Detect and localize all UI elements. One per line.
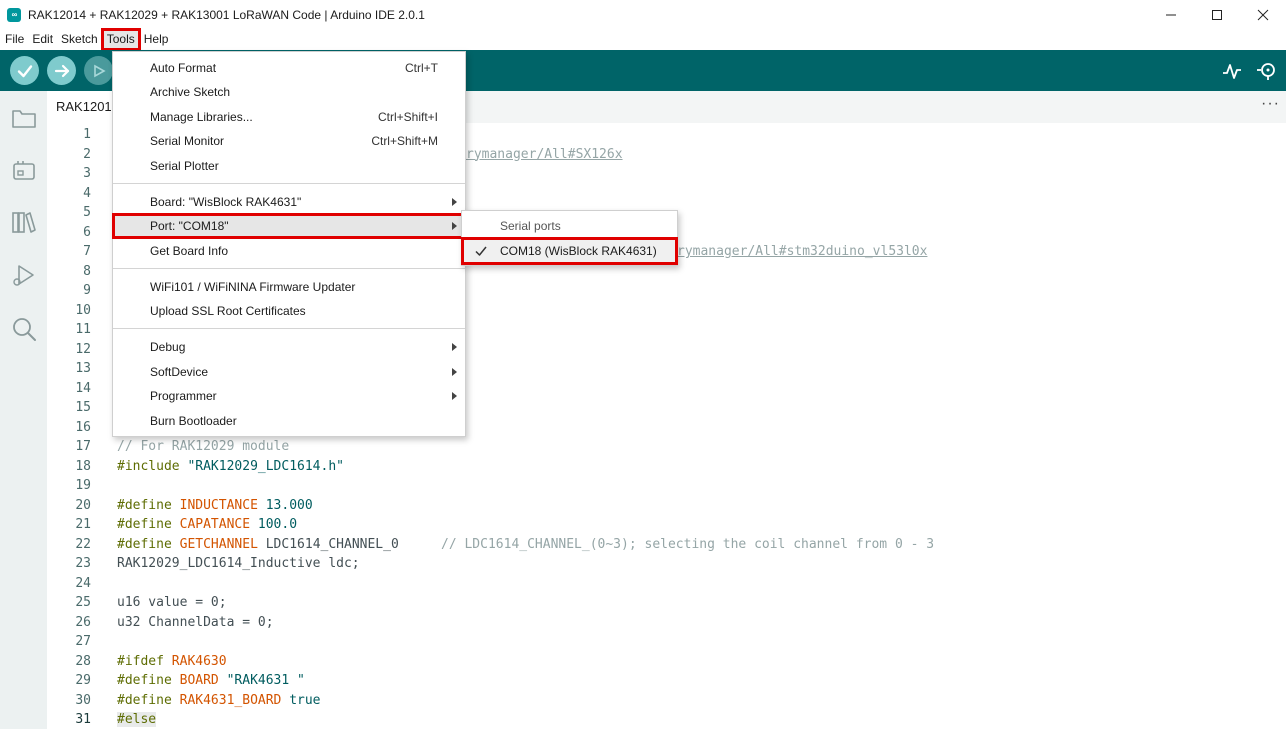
menu-item-debug[interactable]: Debug — [113, 335, 465, 359]
menu-separator — [113, 268, 465, 269]
sketch-tab[interactable]: RAK1201 — [47, 91, 121, 123]
checkmark-icon — [475, 246, 487, 256]
tools-menu-dropdown: Auto Format Ctrl+T Archive Sketch Manage… — [112, 51, 466, 437]
menu-item-auto-format[interactable]: Auto Format Ctrl+T — [113, 56, 465, 80]
window-title: RAK12014 + RAK12029 + RAK13001 LoRaWAN C… — [28, 7, 425, 22]
library-icon — [12, 212, 36, 233]
code-line: 17// For RAK12029 module — [75, 439, 290, 454]
maximize-icon — [1212, 9, 1222, 20]
code-line: 26 u32 ChannelData = 0; — [75, 614, 274, 630]
serial-ports-header: Serial ports — [500, 219, 561, 233]
activity-sidebar — [0, 91, 47, 729]
code-line: 27 — [75, 634, 91, 649]
checkmark-icon — [17, 64, 32, 77]
menu-edit[interactable]: Edit — [28, 29, 57, 50]
port-submenu: Serial ports COM18 (WisBlock RAK4631) — [461, 210, 678, 266]
more-options-icon[interactable]: ··· — [1261, 95, 1280, 113]
menu-bar: File Edit Sketch Tools Help — [0, 28, 1286, 51]
code-line: 19 — [75, 478, 91, 493]
code-line: 28 #ifdef RAK4630 — [75, 653, 227, 669]
code-line: 25 u16 value = 0; — [75, 595, 227, 610]
arrow-right-icon — [54, 64, 69, 77]
debug-play-icon — [93, 64, 106, 77]
menu-item-serial-monitor[interactable]: Serial Monitor Ctrl+Shift+M — [113, 129, 465, 153]
menu-item-burn-bootloader[interactable]: Burn Bootloader — [113, 409, 465, 433]
menu-sketch[interactable]: Sketch — [57, 29, 102, 50]
code-line: 18 #include "RAK12029_LDC1614.h" — [75, 458, 344, 474]
sketchbook-button[interactable] — [10, 104, 38, 132]
verify-button[interactable] — [10, 56, 39, 85]
debug-button[interactable] — [84, 56, 113, 85]
folder-icon — [12, 110, 36, 128]
search-button[interactable] — [10, 315, 38, 343]
menu-item-port[interactable]: Port: "COM18" — [112, 213, 466, 239]
menu-separator — [113, 328, 465, 329]
serial-plotter-button[interactable] — [1221, 60, 1243, 82]
menu-item-get-board-info[interactable]: Get Board Info — [113, 239, 465, 263]
menu-help[interactable]: Help — [140, 29, 173, 50]
minimize-icon — [1166, 14, 1176, 15]
upload-button[interactable] — [47, 56, 76, 85]
minimize-button[interactable] — [1148, 0, 1194, 29]
magnifier-monitor-icon — [1257, 63, 1275, 80]
serial-monitor-button[interactable] — [1256, 60, 1278, 82]
library-link[interactable]: rymanager/All#stm32duino_vl53l0x — [677, 242, 927, 262]
arduino-logo-icon: ∞ — [7, 7, 21, 22]
submenu-arrow-icon — [452, 222, 457, 230]
code-line: 30 #define RAK4631_BOARD true — [75, 692, 321, 708]
boards-manager-button[interactable] — [10, 157, 38, 185]
title-bar: ∞ RAK12014 + RAK12029 + RAK13001 LoRaWAN… — [0, 0, 1286, 29]
window-controls — [1148, 0, 1286, 29]
menu-tools[interactable]: Tools — [100, 28, 141, 51]
close-icon — [1257, 9, 1269, 20]
menu-item-manage-libraries[interactable]: Manage Libraries... Ctrl+Shift+I — [113, 105, 465, 129]
maximize-button[interactable] — [1194, 0, 1240, 29]
code-line: 23 RAK12029_LDC1614_Inductive ldc; — [75, 556, 360, 571]
debug-panel-button[interactable] — [10, 262, 38, 290]
plotter-icon — [1223, 64, 1241, 79]
menu-item-serial-plotter[interactable]: Serial Plotter — [113, 154, 465, 178]
code-line: 24 — [75, 575, 91, 591]
code-line: 29 #define BOARD "RAK4631 " — [75, 673, 305, 688]
menu-item-board[interactable]: Board: "WisBlock RAK4631" — [113, 190, 465, 214]
code-line: 31 #else — [75, 712, 157, 727]
library-manager-button[interactable] — [10, 208, 38, 236]
board-icon — [13, 161, 35, 180]
submenu-arrow-icon — [452, 343, 457, 351]
menu-item-wifi-updater[interactable]: WiFi101 / WiFiNINA Firmware Updater — [113, 275, 465, 299]
debug-icon — [13, 265, 34, 286]
code-line: 22 #define GETCHANNEL LDC1614_CHANNEL_0//… — [75, 536, 935, 552]
search-icon — [13, 318, 36, 341]
submenu-arrow-icon — [452, 368, 457, 376]
menu-item-programmer[interactable]: Programmer — [113, 384, 465, 408]
menu-item-upload-ssl[interactable]: Upload SSL Root Certificates — [113, 299, 465, 323]
close-button[interactable] — [1240, 0, 1286, 29]
menu-item-archive-sketch[interactable]: Archive Sketch — [113, 80, 465, 104]
submenu-arrow-icon — [452, 392, 457, 400]
menu-item-softdevice[interactable]: SoftDevice — [113, 360, 465, 384]
library-link[interactable]: rymanager/All#SX126x — [466, 145, 623, 165]
menu-file[interactable]: File — [1, 29, 28, 50]
code-line: 20 #define INDUCTANCE 13.000 — [75, 497, 313, 513]
submenu-arrow-icon — [452, 198, 457, 206]
port-option-com18[interactable]: COM18 (WisBlock RAK4631) — [461, 237, 678, 265]
code-line: 21 #define CAPATANCE 100.0 — [75, 517, 298, 532]
menu-separator — [113, 183, 465, 184]
